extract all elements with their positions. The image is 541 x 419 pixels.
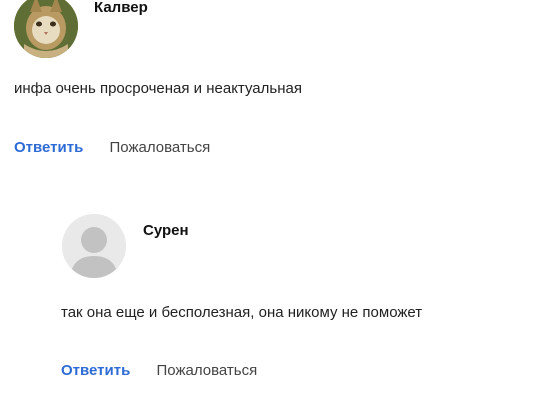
- comment-author: Калвер: [94, 0, 148, 16]
- comment-actions: Ответить Пожаловаться: [61, 362, 257, 379]
- reply-link[interactable]: Ответить: [61, 362, 130, 379]
- report-link[interactable]: Пожаловаться: [157, 362, 258, 379]
- comment-reply: Сурен так она еще и бесполезная, она ник…: [0, 200, 541, 400]
- comment: Калвер инфа очень просроченая и неактуал…: [0, 0, 541, 170]
- reply-link[interactable]: Ответить: [14, 139, 83, 156]
- comments-section: Калвер инфа очень просроченая и неактуал…: [0, 0, 541, 419]
- comment-actions: Ответить Пожаловаться: [14, 139, 210, 156]
- cat-photo-avatar: [14, 0, 78, 58]
- default-user-avatar-icon: [62, 214, 126, 278]
- comment-text: так она еще и бесполезная, она никому не…: [61, 304, 423, 321]
- report-link[interactable]: Пожаловаться: [110, 139, 211, 156]
- avatar: [62, 214, 126, 278]
- avatar: [14, 0, 78, 58]
- comment-author: Сурен: [143, 222, 189, 239]
- comment-text: инфа очень просроченая и неактуальная: [14, 80, 302, 97]
